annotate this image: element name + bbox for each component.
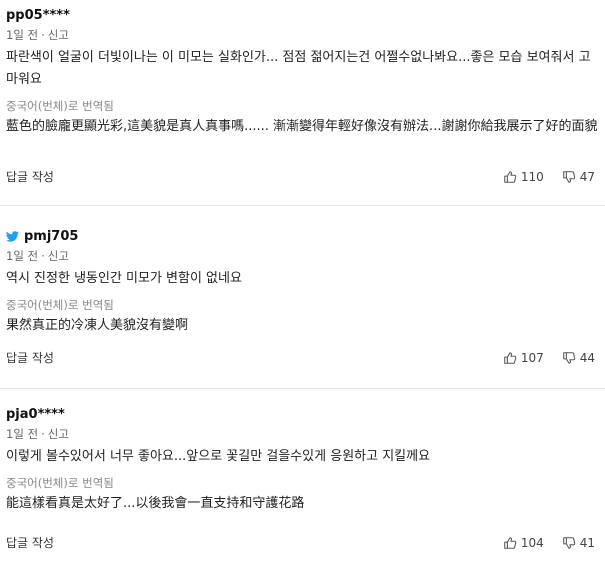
- reply-button[interactable]: 답글 작성: [6, 349, 54, 366]
- like-count: 110: [520, 169, 544, 184]
- reply-button[interactable]: 답글 작성: [6, 534, 54, 551]
- dislike-button[interactable]: 47: [562, 170, 595, 184]
- thumbs-down-icon: [562, 536, 575, 549]
- comment-author[interactable]: pja0****: [6, 407, 65, 422]
- vote-group: 104 41: [503, 536, 595, 550]
- comment-translated-text: 藍色的臉龐更顯光彩,這美貌是真人真事嗎...... 漸漸變得年輕好像沒有辦法..…: [6, 119, 598, 134]
- thumbs-down-icon: [562, 170, 575, 183]
- comment-actions: 답글 작성 110 47: [6, 168, 599, 185]
- comment-author[interactable]: pmj705: [24, 229, 78, 244]
- translation-label: 중국어(번체)로 번역됨: [6, 476, 114, 490]
- vote-group: 110 47: [503, 170, 595, 184]
- like-button[interactable]: 104: [503, 536, 544, 550]
- comment-item: pp05**** 1일 전 · 신고 파란색이 얼굴이 더빛이나는 이 미모는 실화…: [0, 0, 605, 205]
- comment-time: 1일 전: [6, 249, 39, 263]
- report-link[interactable]: 신고: [48, 28, 69, 42]
- comment-original-text: 역시 진정한 냉동인간 미모가 변함이 없네요: [6, 271, 242, 286]
- like-button[interactable]: 107: [503, 351, 544, 365]
- comment-actions: 답글 작성 107 44: [6, 349, 599, 366]
- comment-time: 1일 전: [6, 28, 39, 42]
- dislike-count: 47: [579, 169, 595, 184]
- meta-separator: ·: [41, 249, 45, 263]
- comment-item: pmj705 1일 전 · 신고 역시 진정한 냉동인간 미모가 변함이 없네요 중…: [0, 205, 605, 388]
- comment-meta: 1일 전 · 신고: [6, 248, 599, 264]
- dislike-count: 41: [579, 535, 595, 550]
- comment-actions: 답글 작성 104 41: [6, 534, 599, 551]
- comment-author-row: pmj705: [6, 227, 599, 245]
- comment-meta: 1일 전 · 신고: [6, 27, 599, 43]
- thumbs-up-icon: [504, 170, 517, 183]
- thumbs-up-icon: [504, 351, 517, 364]
- meta-separator: ·: [41, 28, 45, 42]
- dislike-button[interactable]: 44: [562, 351, 595, 365]
- reply-button[interactable]: 답글 작성: [6, 168, 54, 185]
- comment-item: pja0**** 1일 전 · 신고 이렇게 볼수있어서 너무 좋아요...앞으로 …: [0, 388, 605, 573]
- dislike-button[interactable]: 41: [562, 536, 595, 550]
- translation-label: 중국어(번체)로 번역됨: [6, 99, 114, 113]
- thumbs-up-icon: [504, 536, 517, 549]
- comment-original-text: 이렇게 볼수있어서 너무 좋아요...앞으로 꽃길만 걸을수있게 응원하고 지킬…: [6, 449, 431, 464]
- comment-author[interactable]: pp05****: [6, 8, 70, 23]
- like-count: 104: [520, 535, 544, 550]
- comment-author-row: pja0****: [6, 405, 599, 423]
- meta-separator: ·: [41, 427, 45, 441]
- comment-time: 1일 전: [6, 427, 39, 441]
- dislike-count: 44: [579, 350, 595, 365]
- thumbs-down-icon: [562, 351, 575, 364]
- report-link[interactable]: 신고: [48, 249, 69, 263]
- comment-author-row: pp05****: [6, 6, 599, 24]
- comment-translated-text: 果然真正的冷凍人美貌沒有變啊: [6, 318, 189, 333]
- twitter-bird-icon: [6, 230, 19, 242]
- comment-translated-text: 能這樣看真是太好了...以後我會一直支持和守護花路: [6, 496, 305, 511]
- comment-original-text: 파란색이 얼굴이 더빛이나는 이 미모는 실화인가... 점점 젊어지는건 어쩔…: [6, 50, 591, 87]
- comment-meta: 1일 전 · 신고: [6, 426, 599, 442]
- like-count: 107: [520, 350, 544, 365]
- like-button[interactable]: 110: [503, 170, 544, 184]
- report-link[interactable]: 신고: [48, 427, 69, 441]
- translation-label: 중국어(번체)로 번역됨: [6, 298, 114, 312]
- vote-group: 107 44: [503, 351, 595, 365]
